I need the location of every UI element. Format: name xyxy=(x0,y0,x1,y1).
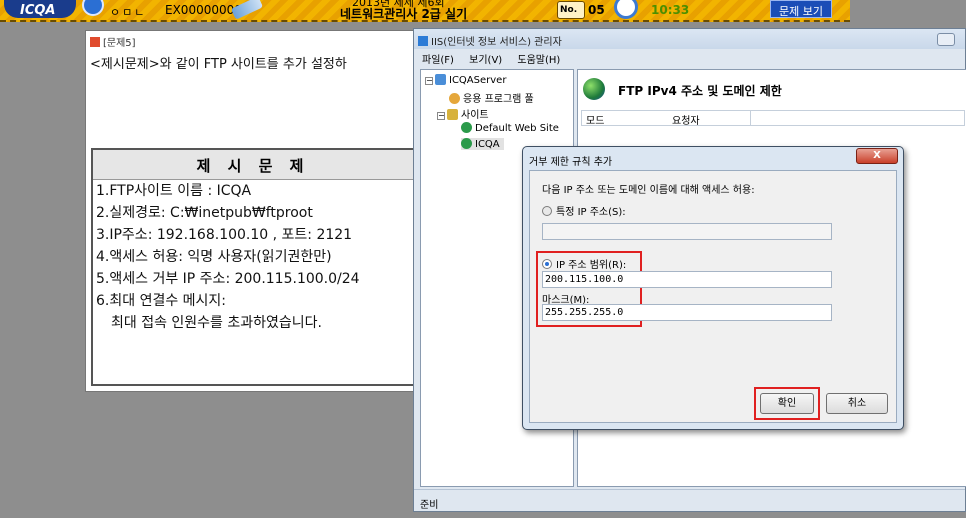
tree-node-sites[interactable]: − 사이트 xyxy=(437,106,489,121)
add-deny-rule-dialog: 거부 제한 규칙 추가 X 다음 IP 주소 또는 도메인 이름에 대해 액세스… xyxy=(522,146,904,430)
server-icon xyxy=(435,74,446,85)
icqa-logo: ICQA xyxy=(4,0,76,18)
view-question-button[interactable]: 문제 보기 xyxy=(770,0,832,18)
ip-range-label: IP 주소 범위(R): xyxy=(556,260,627,271)
tree-node-default-site-label: Default Web Site xyxy=(475,123,559,134)
tree-node-default-site[interactable]: Default Web Site xyxy=(461,122,559,134)
examinee-number: EX00000000 xyxy=(165,3,242,17)
iis-window-title: IIS(인터넷 정보 서비스) 관리자 xyxy=(431,37,562,48)
exam-title: 네트워크관리사 2급 실기 xyxy=(340,7,468,21)
tree-node-sites-label: 사이트 xyxy=(461,110,489,121)
tree-node-server-label: ICQAServer xyxy=(449,75,507,86)
tree-node-app-pool-label: 응용 프로그램 풀 xyxy=(463,94,534,105)
tree-node-icqa-label: ICQA xyxy=(475,139,500,150)
question-window-title-text: [문제5] xyxy=(103,38,136,49)
specific-ip-radio[interactable] xyxy=(542,206,552,216)
examinee-label: ㅇㅁㄴ xyxy=(110,6,147,19)
menu-bar: 파일(F) 보기(V) 도움말(H) xyxy=(414,49,965,66)
logo-text: ICQA xyxy=(20,3,56,18)
clock-icon xyxy=(614,0,638,19)
dialog-title: 거부 제한 규칙 추가 xyxy=(529,157,613,168)
problem-line: 3.IP주소: 192.168.100.10 , 포트: 2121 xyxy=(96,227,353,243)
column-header-requester[interactable]: 요청자 xyxy=(672,112,700,127)
document-icon xyxy=(90,37,100,47)
problem-line: 5.액세스 거부 IP 주소: 200.115.100.0/24 xyxy=(96,271,360,287)
iis-titlebar: IIS(인터넷 정보 서비스) 관리자 xyxy=(414,29,965,49)
menu-help[interactable]: 도움말(H) xyxy=(517,55,560,66)
question-number-icon: No. xyxy=(557,1,585,19)
mask-input[interactable]: 255.255.255.0 xyxy=(542,304,832,321)
problem-line: 6.최대 연결수 메시지: xyxy=(96,293,227,309)
iis-app-icon xyxy=(418,36,428,46)
feature-title: FTP IPv4 주소 및 도메인 제한 xyxy=(618,84,782,98)
tree-node-icqa[interactable]: ICQA xyxy=(461,138,504,150)
problem-heading: 제 시 문 제 xyxy=(93,150,413,180)
collapse-icon[interactable]: − xyxy=(425,77,433,85)
dialog-description: 다음 IP 주소 또는 도메인 이름에 대해 액세스 허용: xyxy=(542,185,755,196)
close-button[interactable]: X xyxy=(856,148,898,164)
menu-file[interactable]: 파일(F) xyxy=(422,55,454,66)
globe-icon xyxy=(461,122,472,133)
ip-range-option[interactable]: IP 주소 범위(R): xyxy=(542,256,626,271)
status-text: 준비 xyxy=(420,500,439,511)
exam-header-bar: ICQA ㅇㅁㄴ EX00000000 2013년 제제 제6회 네트워크관리사… xyxy=(0,0,850,22)
cancel-button[interactable]: 취소 xyxy=(826,393,888,414)
minimize-button[interactable] xyxy=(937,33,955,46)
specific-ip-option[interactable]: 특정 IP 주소(S): xyxy=(542,203,626,218)
menu-view[interactable]: 보기(V) xyxy=(469,55,502,66)
problem-line: 2.실제경로: C:₩inetpub₩ftproot xyxy=(96,205,313,221)
globe-icon xyxy=(583,78,605,100)
remaining-time: 10:33 xyxy=(651,3,690,17)
problem-box: 제 시 문 제 1.FTP사이트 이름 : ICQA 2.실제경로: C:₩in… xyxy=(91,148,415,386)
column-divider[interactable] xyxy=(750,111,751,125)
rules-list-header: 모드 요청자 xyxy=(581,110,965,127)
ok-button[interactable]: 확인 xyxy=(760,393,814,414)
column-header-mode[interactable]: 모드 xyxy=(586,112,604,127)
question-intro: <제시문제>와 같이 FTP 사이트를 추가 설정하 xyxy=(90,57,347,72)
question-number: 05 xyxy=(588,3,605,17)
dialog-body: 다음 IP 주소 또는 도메인 이름에 대해 액세스 허용: 특정 IP 주소(… xyxy=(529,170,897,423)
problem-line: 4.액세스 허용: 익명 사용자(읽기권한만) xyxy=(96,249,332,265)
ip-range-input[interactable]: 200.115.100.0 xyxy=(542,271,832,288)
app-pool-icon xyxy=(449,93,460,104)
info-icon xyxy=(82,0,104,16)
problem-line: 최대 접속 인원수를 초과하였습니다. xyxy=(111,315,322,331)
folder-icon xyxy=(447,109,458,120)
globe-icon xyxy=(461,138,472,149)
problem-line: 1.FTP사이트 이름 : ICQA xyxy=(96,183,252,199)
tree-node-app-pool[interactable]: 응용 프로그램 풀 xyxy=(449,90,534,105)
question-window: [문제5] <제시문제>와 같이 FTP 사이트를 추가 설정하 제 시 문 제… xyxy=(85,30,430,392)
specific-ip-label: 특정 IP 주소(S): xyxy=(556,207,626,218)
status-bar: 준비 xyxy=(414,489,965,511)
ip-range-radio[interactable] xyxy=(542,259,552,269)
specific-ip-input[interactable] xyxy=(542,223,832,240)
tree-node-server[interactable]: − ICQAServer xyxy=(425,74,506,86)
collapse-icon[interactable]: − xyxy=(437,112,445,120)
question-window-title: [문제5] xyxy=(90,34,136,49)
